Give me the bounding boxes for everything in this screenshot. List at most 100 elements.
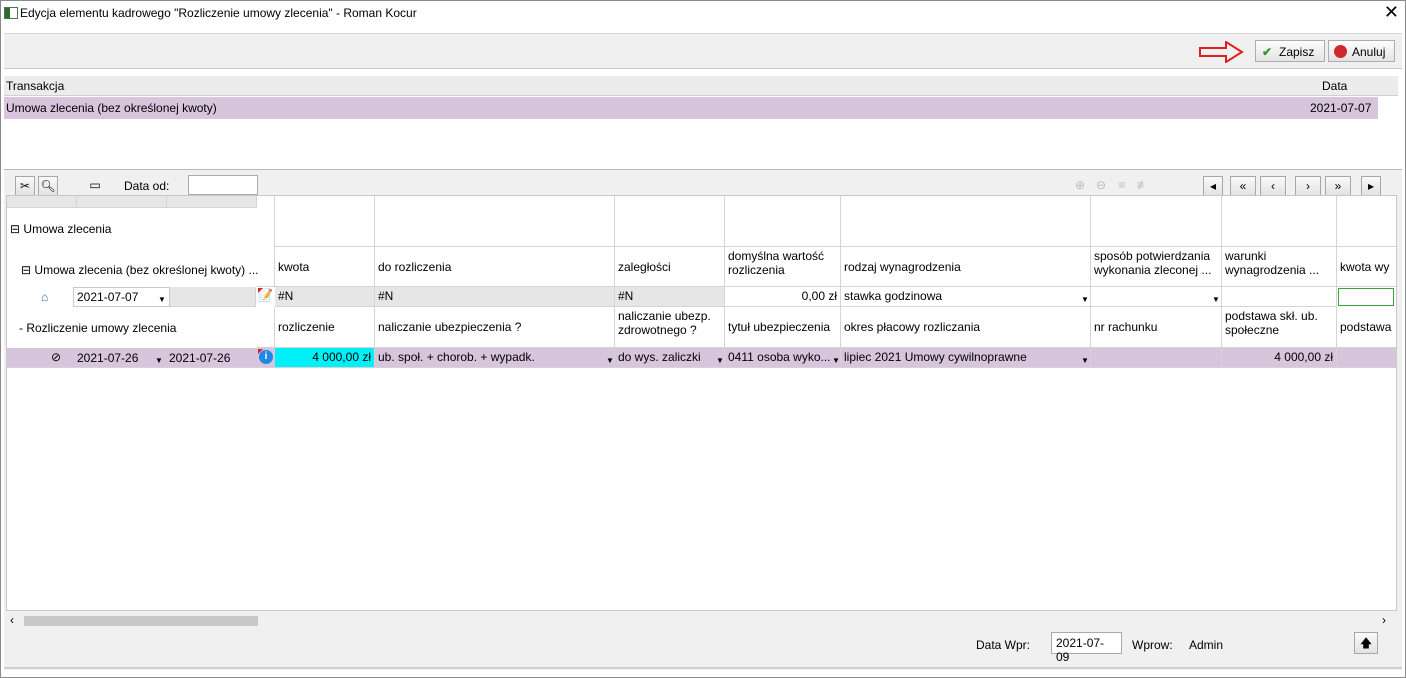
tree-child[interactable]: ⊟ Umowa zlecenia (bez określonej kwoty) … — [21, 263, 259, 277]
add-circle-icon[interactable]: ⊕ — [1070, 176, 1090, 196]
remove-circle-icon[interactable]: ⊖ — [1091, 176, 1111, 196]
nav-prev-page-button[interactable]: « — [1230, 176, 1256, 196]
title-bar: Edycja elementu kadrowego "Rozliczenie u… — [1, 1, 1405, 25]
header-naliczanie-ubezpieczenia: naliczanie ubezpieczenia ? — [375, 307, 615, 348]
cell-naliczanie-zdrowotnego[interactable]: do wys. zaliczki ▼ — [615, 348, 725, 368]
nav-next-page-button[interactable]: » — [1325, 176, 1351, 196]
cancel-button[interactable]: Anuluj — [1328, 40, 1395, 62]
row2-tree-cells[interactable]: ⊘ 2021-07-26 ▼ 2021-07-26 i — [7, 348, 275, 368]
date-from-label: Data od: — [124, 179, 170, 193]
arrow-up-icon[interactable]: 🡅 — [1354, 632, 1378, 654]
row1-date-field[interactable]: 2021-07-07 ▼ — [73, 287, 170, 307]
cell-okres-placowy[interactable]: lipiec 2021 Umowy cywilnoprawne ▼ — [841, 348, 1091, 368]
date-from-input[interactable] — [188, 175, 258, 195]
cell-nr-rachunku[interactable] — [1091, 348, 1222, 368]
cell-rodzaj-wynagrodzenia[interactable]: stawka godzinowa ▼ — [841, 287, 1091, 307]
arrow-right-icon — [1199, 41, 1244, 63]
header-domyslna-wartosc: domyślna wartość rozliczenia — [725, 247, 841, 287]
header-podstawa: podstawa — [1337, 307, 1396, 348]
transaction-row[interactable]: Umowa zlecenia (bez określonej kwoty) 20… — [4, 97, 1378, 119]
header-tytul-ubezpieczenia: tytuł ubezpieczenia — [725, 307, 841, 348]
check-icon: ✔ — [1262, 45, 1273, 59]
transaction-date: 2021-07-07 — [1310, 101, 1372, 115]
close-icon[interactable]: ✕ — [1384, 2, 1399, 22]
row2-date-to: 2021-07-26 — [169, 351, 231, 365]
nav-last-button[interactable]: ▸ — [1361, 176, 1381, 196]
nav-prev-button[interactable]: ‹ — [1260, 176, 1286, 196]
header-rozliczenie: rozliczenie — [275, 307, 375, 348]
cell-kwota[interactable]: #N — [275, 287, 375, 307]
cell-podstawa[interactable] — [1337, 348, 1396, 368]
scroll-right-icon[interactable]: › — [1382, 613, 1386, 627]
chevron-down-icon[interactable]: ▼ — [1212, 293, 1220, 306]
tree-root-label: Umowa zlecenia — [23, 222, 112, 236]
save-button[interactable]: ✔ Zapisz — [1255, 40, 1325, 62]
cell-kwota-wy[interactable] — [1338, 288, 1394, 306]
elements-grid: ⊟ Umowa zlecenia ⊟ Umowa zlecenia (bez o… — [6, 195, 1397, 611]
cell-do-rozliczenia[interactable]: #N — [375, 287, 615, 307]
window-title: Edycja elementu kadrowego "Rozliczenie u… — [20, 6, 417, 20]
cell-rodzaj-value: stawka godzinowa — [844, 289, 943, 303]
header-sposob-potwierdzania: sposób potwierdzania wykonania zleconej … — [1091, 247, 1222, 287]
scrollbar-thumb[interactable] — [24, 616, 258, 626]
tree-child2-label: Rozliczenie umowy zlecenia — [26, 321, 177, 335]
cell-zaleglosci[interactable]: #N — [615, 287, 725, 307]
header-warunki-wynagrodzenia: warunki wynagrodzenia ... — [1222, 247, 1337, 287]
header-rodzaj-wynagrodzenia: rodzaj wynagrodzenia — [841, 247, 1091, 287]
entry-date-field: 2021-07-09 — [1051, 632, 1122, 664]
contract-icon: ⌂ — [41, 290, 49, 304]
tree-child2[interactable]: - Rozliczenie umowy zlecenia — [19, 321, 176, 335]
column-transaction: Transakcja — [6, 79, 65, 93]
modified-marker — [258, 288, 263, 293]
collapse-icon[interactable]: ⊟ — [10, 222, 20, 236]
chevron-down-icon[interactable]: ▼ — [1081, 293, 1089, 306]
chevron-down-icon[interactable]: ▼ — [606, 354, 614, 367]
chevron-down-icon[interactable]: ▼ — [158, 293, 166, 306]
search-icon[interactable]: 🔍︎ — [38, 176, 58, 196]
chevron-down-icon[interactable]: ▼ — [155, 354, 163, 367]
row2-date-from: 2021-07-26 — [77, 351, 139, 365]
cell-rozliczenie[interactable]: 4 000,00 zł — [275, 348, 375, 368]
header-okres-placowy: okres płacowy rozliczania — [841, 307, 1091, 348]
entered-by-label: Wprow: — [1132, 638, 1173, 652]
action-toolbar: ✔ Zapisz Anuluj — [4, 33, 1402, 69]
cell-podstawa-skl[interactable]: 4 000,00 zł — [1222, 348, 1337, 368]
header-kwota: kwota — [275, 247, 375, 287]
header-naliczanie-zdrowotnego: naliczanie ubezp. zdrowotnego ? — [615, 307, 725, 348]
chevron-down-icon[interactable]: ▼ — [1081, 354, 1089, 367]
settlement-icon: ⊘ — [51, 350, 62, 364]
delete-lines-icon[interactable]: ≢ — [1133, 176, 1153, 196]
chevron-down-icon[interactable]: ▼ — [716, 354, 724, 367]
column-date: Data — [1322, 79, 1348, 93]
nav-next-button[interactable]: › — [1295, 176, 1321, 196]
tree-child-label: Umowa zlecenia (bez określonej kwoty) ..… — [34, 263, 259, 277]
header-podstawa-skl: podstawa skł. ub. społeczne — [1222, 307, 1337, 348]
header-do-rozliczenia: do rozliczenia — [375, 247, 615, 287]
chevron-down-icon[interactable]: ▼ — [832, 354, 840, 367]
cell-warunki[interactable] — [1222, 287, 1337, 307]
dialog-window: Edycja elementu kadrowego "Rozliczenie u… — [0, 0, 1406, 678]
header-zaleglosci: zaległości — [615, 247, 725, 287]
tools-icon[interactable]: ✂ — [15, 176, 35, 196]
cell-tytul-ubezpieczenia[interactable]: 0411 osoba wyko... ▼ — [725, 348, 841, 368]
row1-date: 2021-07-07 — [77, 290, 139, 304]
entered-by-value: Admin — [1189, 638, 1224, 652]
entry-date-label: Data Wpr: — [976, 638, 1031, 652]
tree-root[interactable]: ⊟ Umowa zlecenia — [10, 222, 111, 236]
keyboard-icon[interactable]: ▭ — [85, 176, 105, 196]
cell-naliczanie-ubezpieczenia[interactable]: ub. społ. + chorob. + wypadk. ▼ — [375, 348, 615, 368]
cell-sposob-potwierdzania[interactable]: ▼ — [1091, 287, 1222, 307]
transactions-header: Transakcja Data — [4, 76, 1398, 96]
header-kwota-wy: kwota wy — [1337, 247, 1396, 287]
app-icon — [4, 7, 18, 19]
modified-marker — [258, 349, 263, 354]
scroll-left-icon[interactable]: ‹ — [10, 613, 14, 627]
collapse-icon[interactable]: ⊟ — [21, 263, 31, 277]
header-nr-rachunku: nr rachunku — [1091, 307, 1222, 348]
cancel-icon — [1334, 45, 1347, 58]
nav-first-button[interactable]: ◂ — [1203, 176, 1223, 196]
transaction-name: Umowa zlecenia (bez określonej kwoty) — [6, 101, 217, 115]
lines-icon[interactable]: ≡ — [1112, 176, 1132, 196]
status-bar: Data Wpr: 2021-07-09 Wprow: Admin 🡅 — [4, 627, 1402, 664]
cell-domyslna-wartosc[interactable]: 0,00 zł — [725, 287, 841, 307]
